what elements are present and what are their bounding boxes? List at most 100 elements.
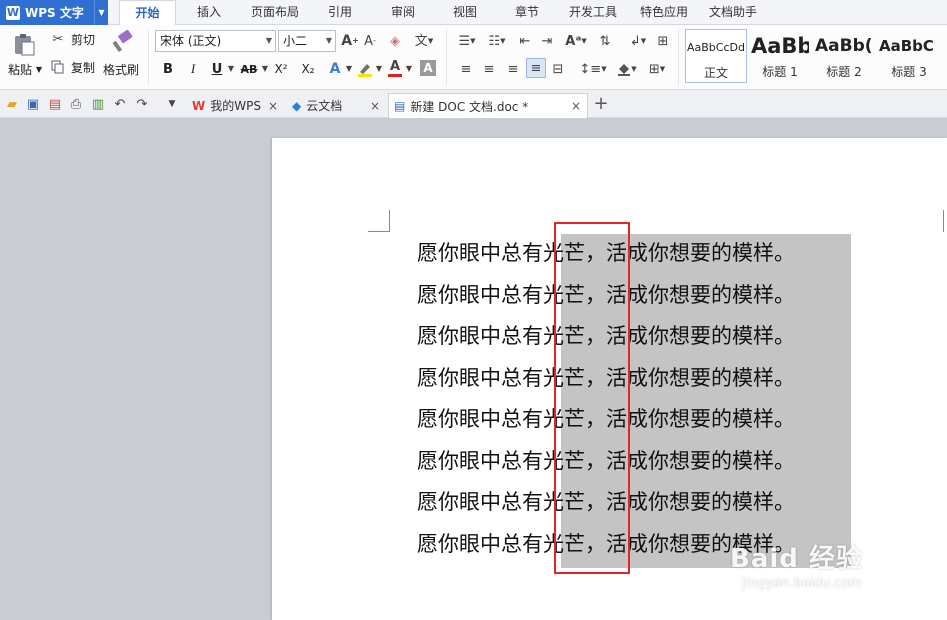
tab-developer[interactable]: 开发工具 [562,0,624,25]
undo-icon[interactable]: ↶ [112,96,128,112]
style-sample: AaBb( [815,36,873,56]
highlighter-icon[interactable] [356,60,374,78]
font-size-select[interactable]: 小二 ▼ [278,30,336,52]
copy-icon[interactable] [50,59,66,75]
font-color-icon[interactable]: A [386,58,404,78]
baidu-jingyan-watermark: Baid 经验 jingyan.baidu.com [730,538,910,598]
chevron-down-icon[interactable]: ▼ [260,62,270,76]
tab-insert[interactable]: 插入 [185,0,233,25]
bold-button[interactable]: B [160,60,176,78]
chevron-down-icon[interactable]: ▼ [344,62,354,76]
grow-font-icon[interactable]: A + [341,32,359,50]
doc-tab-label: 云文档 [306,99,343,113]
numbered-list-icon[interactable]: ☷ ▼ [484,32,510,50]
distribute-icon[interactable]: ⊟ [550,60,566,78]
bullet-list-icon[interactable]: ☰ ▼ [454,32,480,50]
sort-icon[interactable]: ⇅ [596,32,614,50]
change-case-icon[interactable]: Aᵃ ▼ [562,32,590,50]
chevron-down-icon: ▼ [35,64,42,74]
style-heading-1[interactable]: AaBb 标题 1 [750,29,810,83]
style-heading-3[interactable]: AaBbC 标题 3 [878,29,940,83]
app-menu-button[interactable]: W WPS 文字 ▼ [0,0,108,25]
open-folder-icon[interactable]: ▰ [4,96,20,112]
style-sample: AaBbCcDd [687,40,745,54]
wps-logo-icon: W [192,98,206,113]
font-name-select[interactable]: 宋体 (正文) ▼ [155,30,276,52]
chevron-down-icon[interactable]: ▼ [404,62,414,76]
tab-view[interactable]: 视图 [443,0,487,25]
tab-references[interactable]: 引用 [318,0,362,25]
style-heading-2[interactable]: AaBb( 标题 2 [814,29,874,83]
ribbon: 粘贴 ▼ ✂ 剪切 复制 格式刷 宋体 (正文) ▼ 小二 ▼ A + A- ◈ … [0,25,947,90]
print-preview-icon[interactable]: ▥ [90,96,106,112]
justify-icon[interactable]: ≡ [526,58,546,78]
italic-button[interactable]: I [185,60,201,78]
print-icon[interactable]: ⎙ [68,96,84,112]
cloud-cube-icon: ◆ [292,98,302,113]
doc-tab-label: 新建 DOC 文档.doc * [410,99,529,114]
clear-format-icon[interactable]: ◈ [386,32,404,50]
align-left-icon[interactable]: ≡ [458,60,474,78]
style-name: 正文 [703,66,728,80]
save-icon[interactable]: ▣ [25,96,41,112]
margin-marker [368,210,390,232]
scissors-icon[interactable]: ✂ [50,31,66,47]
tab-chapter[interactable]: 章节 [505,0,549,25]
tab-review[interactable]: 审阅 [381,0,425,25]
chevron-down-icon[interactable]: ▼ [94,0,108,25]
shrink-font-icon[interactable]: A- [362,32,378,50]
divider [446,29,447,85]
close-icon[interactable]: × [571,99,581,113]
borders-icon[interactable]: ⊞ ▼ [644,60,670,78]
style-normal[interactable]: AaBbCcDd 正文 [685,29,747,83]
underline-button[interactable]: U [208,60,226,78]
font-size-value: 小二 [283,34,308,48]
tab-doc-assistant[interactable]: 文档助手 [703,0,763,25]
chevron-down-icon[interactable]: ▼ [226,62,236,76]
cut-button[interactable]: 剪切 [68,31,98,47]
tab-start[interactable]: 开始 [119,0,176,26]
wps-logo-icon: W [6,5,20,20]
watermark-main: Baid 经验 [730,544,863,574]
phonetic-guide-icon[interactable]: 文 ▼ [410,32,438,50]
align-center-icon[interactable]: ≡ [481,60,497,78]
text-effect-icon[interactable]: A [326,60,344,78]
table-grid-icon[interactable]: ⊞ [654,32,672,50]
character-shading-icon[interactable]: A [420,60,436,76]
format-painter-button[interactable]: 格式刷 [100,60,142,78]
chevron-down-icon: ▼ [265,36,272,45]
doc-tab-cloud-docs[interactable]: ◆ 云文档 × [288,93,386,118]
decrease-indent-icon[interactable]: ⇤ [516,32,534,50]
new-tab-icon[interactable]: + [592,95,610,113]
app-title: WPS 文字 [25,6,84,20]
format-painter-icon[interactable] [108,29,134,55]
style-sample: AaBb [751,34,809,58]
doc-tab-current[interactable]: ▤ 新建 DOC 文档.doc * × [388,93,588,118]
redo-icon[interactable]: ↷ [134,96,150,112]
paste-icon[interactable] [10,31,38,57]
watermark-url: jingyan.baidu.com [742,576,862,591]
paste-label: 粘贴 [8,62,33,77]
tab-special[interactable]: 特色应用 [634,0,694,25]
tab-page-layout[interactable]: 页面布局 [245,0,305,25]
line-spacing-icon[interactable]: ↕≡ ▼ [579,60,606,78]
style-name: 标题 1 [762,65,798,79]
customize-toolbar-icon[interactable]: ▼ [164,96,180,112]
show-marks-icon[interactable]: ↲ ▼ [626,32,650,50]
strikethrough-button[interactable]: AB [238,60,260,78]
font-color-swatch [388,73,402,77]
superscript-button[interactable]: X² [271,60,291,78]
margin-marker [943,210,947,232]
doc-tab-my-wps[interactable]: W 我的WPS × [188,93,284,118]
subscript-button[interactable]: X₂ [298,60,318,78]
close-icon[interactable]: × [370,99,380,113]
chevron-down-icon[interactable]: ▼ [374,62,384,76]
export-pdf-icon[interactable]: ▤ [47,96,63,112]
copy-button[interactable]: 复制 [68,59,98,75]
paste-button[interactable]: 粘贴 ▼ [6,60,44,78]
chevron-down-icon: ▼ [325,36,332,45]
close-icon[interactable]: × [268,99,278,113]
align-right-icon[interactable]: ≡ [505,60,521,78]
paragraph-shading-icon[interactable]: ▼ [614,60,640,78]
increase-indent-icon[interactable]: ⇥ [538,32,556,50]
